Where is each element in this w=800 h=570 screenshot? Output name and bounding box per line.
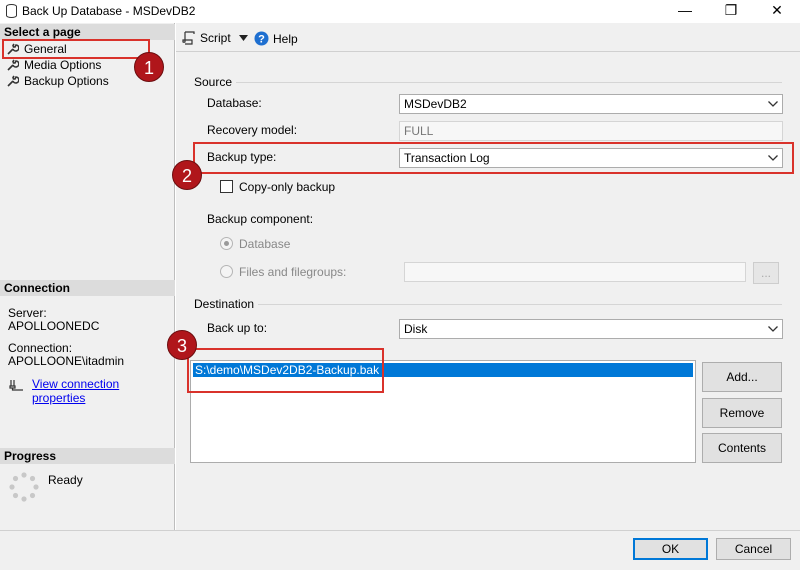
backup-component-label: Backup component: xyxy=(207,212,314,226)
svg-text:?: ? xyxy=(258,34,265,46)
wrench-icon xyxy=(7,59,19,71)
copy-only-checkbox[interactable] xyxy=(220,180,233,193)
select-page-header: Select a page xyxy=(0,24,175,40)
component-files-radio[interactable] xyxy=(220,265,233,278)
callout-box-general xyxy=(2,39,150,59)
back-up-to-label: Back up to: xyxy=(207,321,268,335)
script-icon xyxy=(182,31,195,45)
cancel-button[interactable]: Cancel xyxy=(716,538,791,560)
component-database-label: Database xyxy=(239,237,291,251)
server-label: Server: xyxy=(8,306,47,320)
component-database-radio[interactable] xyxy=(220,237,233,250)
close-button[interactable]: ✕ xyxy=(754,0,800,22)
database-combo[interactable]: MSDevDB2 xyxy=(399,94,783,114)
callout-badge-2: 2 xyxy=(172,160,202,190)
wrench-icon xyxy=(7,75,19,87)
chevron-down-icon xyxy=(768,101,778,107)
connection-value: APOLLOONE\itadmin xyxy=(8,354,125,368)
database-label: Database: xyxy=(207,96,262,110)
back-up-to-value: Disk xyxy=(404,322,428,336)
destination-group-label: Destination xyxy=(194,297,259,311)
filegroups-field xyxy=(404,262,746,282)
progress-status: Ready xyxy=(48,473,83,487)
progress-spinner-icon xyxy=(9,472,39,502)
help-button[interactable]: ? Help xyxy=(254,31,298,46)
connection-header: Connection xyxy=(0,280,175,296)
title-bar: Back Up Database - MSDevDB2 — ❐ ✕ xyxy=(0,0,800,22)
destination-group-line xyxy=(196,304,782,305)
help-label: Help xyxy=(273,31,298,46)
callout-badge-1: 1 xyxy=(134,52,164,82)
close-icon: ✕ xyxy=(771,2,783,18)
recovery-model-label: Recovery model: xyxy=(207,123,298,137)
ok-button[interactable]: OK xyxy=(633,538,708,560)
server-value: APOLLOONEDC xyxy=(8,319,100,333)
minimize-icon: — xyxy=(678,2,692,18)
minimize-button[interactable]: — xyxy=(662,0,708,22)
copy-only-label: Copy-only backup xyxy=(239,180,336,194)
connection-label: Connection: xyxy=(8,341,73,355)
script-button[interactable]: Script xyxy=(182,31,248,45)
page-item-label: Media Options xyxy=(24,58,102,72)
chevron-down-icon xyxy=(768,326,778,332)
script-label: Script xyxy=(200,31,231,45)
dropdown-arrow-icon[interactable] xyxy=(238,35,248,41)
callout-box-destination-file xyxy=(187,348,384,393)
help-icon: ? xyxy=(254,31,269,46)
window-title: Back Up Database - MSDevDB2 xyxy=(22,4,196,18)
page-item-media-options[interactable]: Media Options xyxy=(7,58,101,72)
callout-box-backup-type xyxy=(193,142,794,174)
add-button[interactable]: Add... xyxy=(702,362,782,392)
connection-properties-icon xyxy=(9,380,23,391)
source-group-line xyxy=(196,82,782,83)
contents-button[interactable]: Contents xyxy=(702,433,782,463)
progress-header: Progress xyxy=(0,448,175,464)
toolbar: Script ? Help xyxy=(176,26,800,52)
maximize-button[interactable]: ❐ xyxy=(708,0,754,22)
page-item-label: Backup Options xyxy=(24,74,109,88)
recovery-model-field: FULL xyxy=(399,121,783,141)
database-icon xyxy=(6,4,17,18)
radio-selected-dot xyxy=(224,241,229,246)
callout-badge-3: 3 xyxy=(167,330,197,360)
remove-button[interactable]: Remove xyxy=(702,398,782,428)
browse-filegroups-button[interactable]: ... xyxy=(753,262,779,284)
back-up-to-combo[interactable]: Disk xyxy=(399,319,783,339)
page-item-backup-options[interactable]: Backup Options xyxy=(7,74,109,88)
component-files-label: Files and filegroups: xyxy=(239,265,347,279)
view-connection-properties-link[interactable]: View connection properties xyxy=(32,377,174,405)
left-pane: Select a page General Media Options Back… xyxy=(0,23,175,530)
database-value: MSDevDB2 xyxy=(404,97,467,111)
source-group-label: Source xyxy=(194,75,237,89)
maximize-icon: ❐ xyxy=(724,2,738,18)
